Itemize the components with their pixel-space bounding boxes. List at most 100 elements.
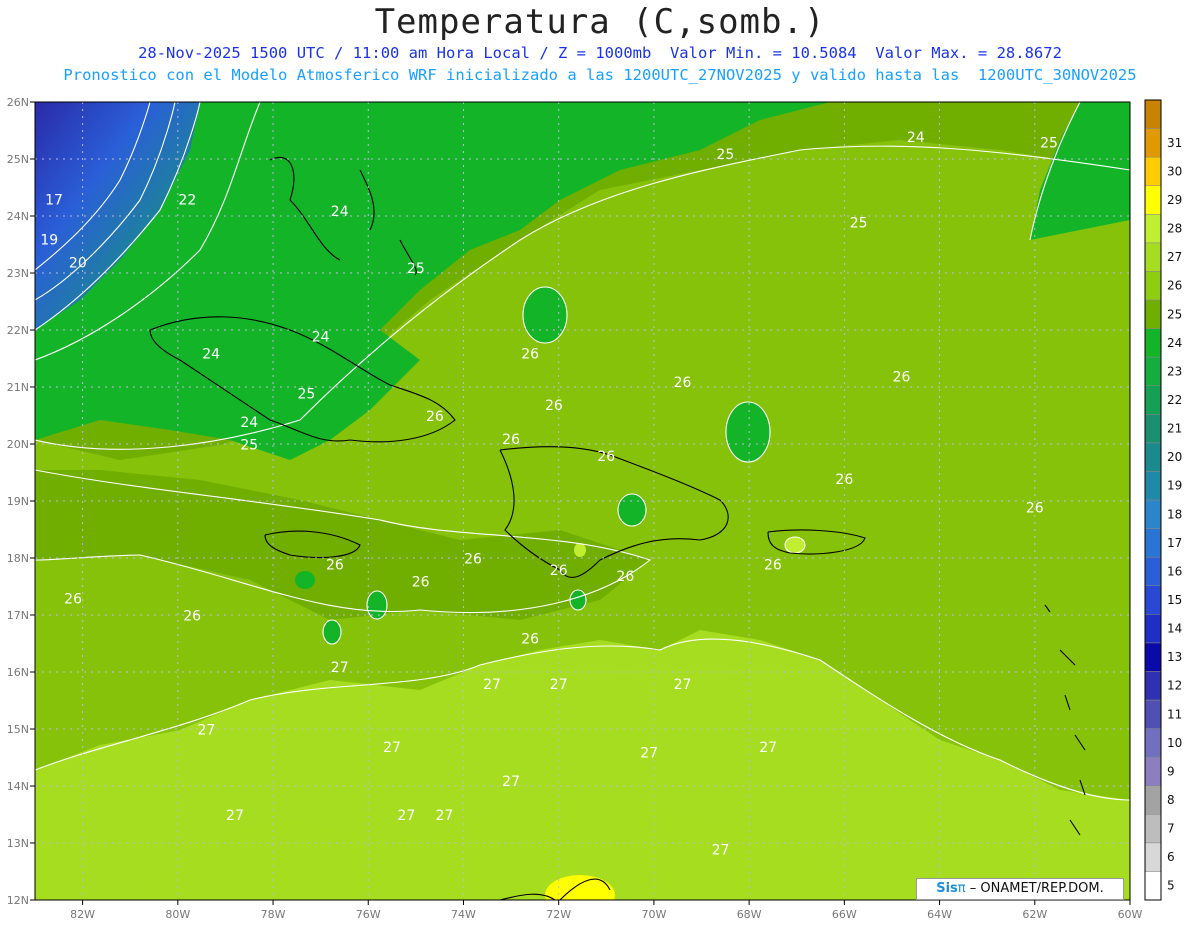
- contour-label: 26: [550, 563, 568, 579]
- x-tick-label: 70W: [641, 908, 666, 921]
- y-tick-label: 16N: [7, 666, 29, 679]
- pi-symbol-icon: π: [957, 881, 966, 896]
- plot-area: 17 19 20 22 24 25 24 24 24 25 25 26 26 26 26 26 26 26 26 26…: [35, 102, 1130, 900]
- contour-label: 24: [202, 347, 220, 363]
- y-tick-label: 22N: [7, 324, 29, 337]
- colorbar-label: 18: [1167, 507, 1182, 521]
- y-axis: 26N 25N 24N 23N 22N 21N 20N 19N 18N 17N 16N 15N 14N 1…: [7, 96, 35, 907]
- colorbar-swatch: [1144, 128, 1162, 158]
- contour-label: 26: [893, 369, 911, 385]
- contour-label: 27: [674, 677, 692, 693]
- contour-label: 26: [521, 347, 539, 363]
- colorbar-label: 24: [1167, 336, 1182, 350]
- colorbar-label: 23: [1167, 364, 1182, 378]
- x-tick-label: 64W: [927, 908, 952, 921]
- contour-label: 27: [759, 740, 777, 756]
- colorbar-label: 29: [1167, 193, 1182, 207]
- y-tick-label: 13N: [7, 837, 29, 850]
- y-tick-label: 14N: [7, 780, 29, 793]
- contour-label: 26: [616, 569, 634, 585]
- y-tick-label: 17N: [7, 609, 29, 622]
- colorbar-label: 8: [1167, 793, 1175, 807]
- colorbar-swatch: [1144, 299, 1162, 329]
- contour-label: 17: [45, 193, 63, 209]
- colorbar-swatch: [1144, 471, 1162, 501]
- colorbar-label: 9: [1167, 764, 1175, 778]
- contour-label: 26: [1026, 500, 1044, 516]
- colorbar-label: 11: [1167, 707, 1182, 721]
- colorbar-swatch: [1144, 642, 1162, 672]
- contour-label: 27: [550, 677, 568, 693]
- colorbar-swatch: [1144, 871, 1162, 901]
- colorbar-swatch: [1144, 414, 1162, 444]
- colorbar-swatch: [1144, 185, 1162, 215]
- contour-label: 26: [835, 472, 853, 488]
- contour-label: 27: [226, 808, 244, 824]
- contour-label: 24: [240, 415, 258, 431]
- contour-label: 26: [183, 609, 201, 625]
- x-tick-label: 72W: [546, 908, 571, 921]
- colorbar-swatch: [1144, 671, 1162, 701]
- x-axis: 82W 80W 78W 76W 74W 72W 70W 68W 66W 64W 62W 60W: [70, 900, 1143, 921]
- contour-label: 27: [640, 746, 658, 762]
- colorbar-swatch: [1144, 556, 1162, 586]
- y-tick-label: 24N: [7, 210, 29, 223]
- contour-label: 22: [178, 193, 196, 209]
- contour-label: 26: [764, 557, 782, 573]
- x-tick-label: 82W: [70, 908, 95, 921]
- colorbar-label: 14: [1167, 622, 1182, 636]
- colorbar-label: 16: [1167, 564, 1182, 578]
- contour-label: 27: [483, 677, 501, 693]
- contour-label: 26: [326, 557, 344, 573]
- colorbar-label: 15: [1167, 593, 1182, 607]
- contour-label: 25: [407, 261, 425, 277]
- x-tick-label: 80W: [165, 908, 190, 921]
- contour-label: 20: [69, 255, 87, 271]
- x-tick-label: 62W: [1022, 908, 1047, 921]
- colorbar-swatch: [1144, 785, 1162, 815]
- y-tick-label: 26N: [7, 96, 29, 109]
- contour-label: 26: [412, 575, 430, 591]
- colorbar-swatch: [1144, 585, 1162, 615]
- y-tick-label: 20N: [7, 438, 29, 451]
- y-tick-label: 23N: [7, 267, 29, 280]
- y-tick-label: 19N: [7, 495, 29, 508]
- y-tick-label: 18N: [7, 552, 29, 565]
- contour-label: 26: [502, 432, 520, 448]
- contour-label: 26: [426, 409, 444, 425]
- colorbar-label: 20: [1167, 450, 1182, 464]
- colorbar-swatch: [1144, 442, 1162, 472]
- colorbar-label: 17: [1167, 536, 1182, 550]
- contour-label: 26: [64, 592, 82, 608]
- contour-label: 26: [521, 632, 539, 648]
- colorbar-label: 31: [1167, 136, 1182, 150]
- cell-warm-dr: [574, 543, 586, 557]
- colorbar-label: 19: [1167, 479, 1182, 493]
- contour-label: 25: [850, 215, 868, 231]
- contour-label: 27: [383, 740, 401, 756]
- y-tick-label: 12N: [7, 894, 29, 907]
- colorbar-swatch: [1144, 271, 1162, 301]
- colorbar: 5 6 7 8 9 10 11 12 13 14 15 16 17 18 19 20 21 22 23 24 25 26 2…: [1144, 99, 1182, 901]
- x-tick-label: 60W: [1118, 908, 1143, 921]
- contour-label: 24: [907, 130, 925, 146]
- colorbar-swatch: [1144, 99, 1162, 129]
- colorbar-swatch: [1144, 756, 1162, 786]
- colorbar-swatch: [1144, 356, 1162, 386]
- colorbar-swatch: [1144, 499, 1162, 529]
- colorbar-swatch: [1144, 814, 1162, 844]
- colorbar-swatch: [1144, 385, 1162, 415]
- colorbar-label: 22: [1167, 393, 1182, 407]
- cell-cold-7: [295, 571, 315, 589]
- contour-label: 19: [40, 233, 58, 249]
- colorbar-swatch: [1144, 242, 1162, 272]
- x-tick-label: 66W: [832, 908, 857, 921]
- y-tick-label: 15N: [7, 723, 29, 736]
- x-tick-label: 68W: [737, 908, 762, 921]
- contour-label: 24: [331, 204, 349, 220]
- colorbar-label: 13: [1167, 650, 1182, 664]
- colorbar-label: 7: [1167, 822, 1175, 836]
- contour-label: 25: [1040, 136, 1058, 152]
- colorbar-label: 26: [1167, 279, 1182, 293]
- colorbar-label: 28: [1167, 222, 1182, 236]
